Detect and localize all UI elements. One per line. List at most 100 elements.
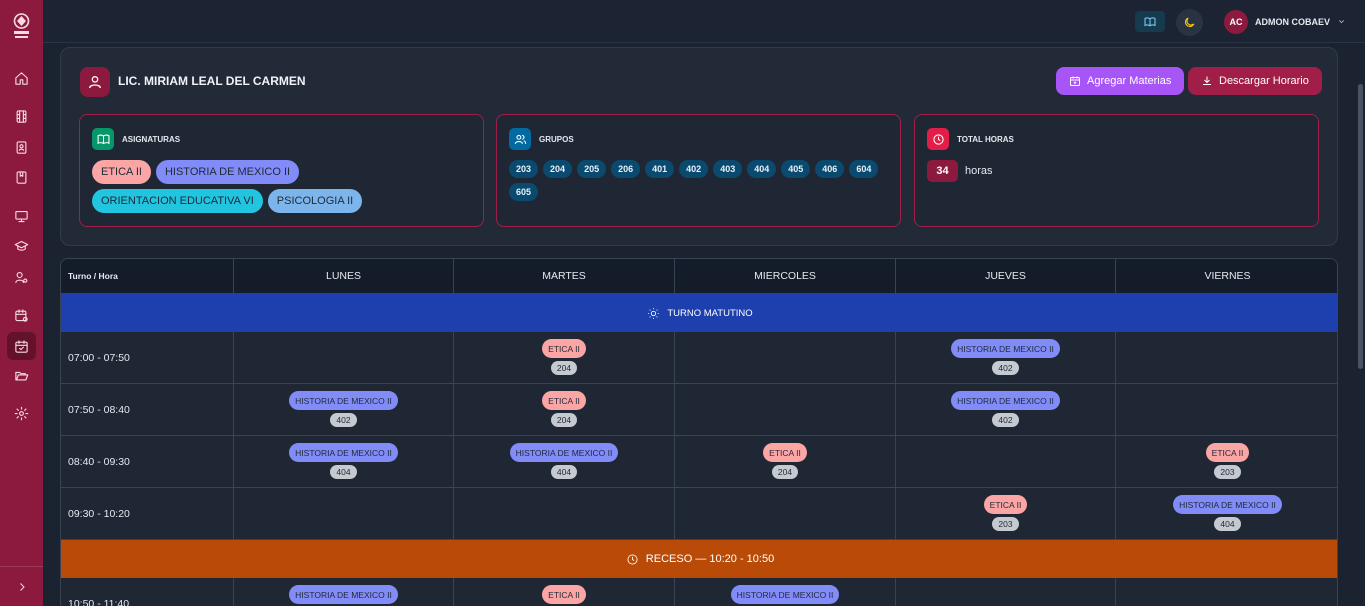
schedule-cell[interactable] [675, 332, 896, 383]
time-slot-label: 10:50 - 11:40 [61, 578, 234, 606]
schedule-table: Turno / Hora LUNES MARTES MIERCOLES JUEV… [60, 258, 1338, 606]
expand-sidebar-chevron-right-icon[interactable] [12, 577, 31, 596]
group-chip: 403 [713, 160, 743, 178]
schedule-cell[interactable] [1116, 384, 1337, 435]
calendar-check-icon[interactable] [7, 332, 36, 360]
download-schedule-button[interactable]: Descargar Horario [1188, 67, 1322, 95]
schedule-cell[interactable]: HISTORIA DE MEXICO II 404 [1116, 488, 1337, 539]
group-badge: 404 [330, 465, 357, 479]
group-badge: 204 [771, 465, 799, 479]
add-subjects-button[interactable]: Agregar Materias [1056, 67, 1185, 95]
group-chip: 204 [543, 160, 573, 178]
notebook-icon[interactable] [12, 168, 31, 187]
user-cog-icon[interactable] [12, 268, 31, 287]
subject-badge: HISTORIA DE MEXICO II [289, 585, 398, 604]
film-icon[interactable] [12, 107, 31, 126]
add-subjects-label: Agregar Materias [1087, 75, 1172, 87]
contact-book-icon[interactable] [12, 138, 31, 157]
group-chip: 605 [509, 183, 539, 201]
class-entry[interactable]: ETICA II 204 [454, 391, 674, 427]
download-icon [1203, 76, 1211, 85]
class-entry[interactable]: HISTORIA DE MEXICO II [675, 585, 895, 604]
class-entry[interactable]: ETICA II 203 [1116, 443, 1337, 479]
class-entry[interactable]: HISTORIA DE MEXICO II 402 [234, 391, 453, 427]
groups-title: GRUPOS [539, 135, 574, 144]
schedule-cell[interactable]: ETICA II 204 [675, 436, 896, 487]
schedule-cell[interactable]: HISTORIA DE MEXICO II 402 [896, 332, 1116, 383]
group-chip: 401 [645, 160, 675, 178]
user-menu[interactable]: AC ADMON COBAEV [1224, 10, 1346, 34]
class-entry[interactable]: HISTORIA DE MEXICO II 404 [1116, 495, 1337, 531]
scrollbar-thumb[interactable] [1358, 84, 1363, 369]
schedule-cell[interactable] [234, 332, 454, 383]
schedule-cell[interactable] [896, 436, 1116, 487]
schedule-cell[interactable] [675, 488, 896, 539]
schedule-cell[interactable]: ETICA II 204 [454, 332, 675, 383]
class-entry[interactable]: ETICA II 204 [675, 443, 895, 479]
schedule-cell[interactable]: ETICA II 204 [454, 384, 675, 435]
class-entry[interactable]: HISTORIA DE MEXICO II 402 [896, 391, 1115, 427]
chevron-down-icon [1337, 13, 1346, 31]
schedule-cell[interactable]: HISTORIA DE MEXICO II 402 [896, 384, 1116, 435]
schedule-cell[interactable] [1116, 578, 1337, 606]
schedule-cell[interactable]: ETICA II 203 [1116, 436, 1337, 487]
clock-icon [927, 128, 949, 150]
total-hours: 34 horas [927, 160, 993, 182]
book-open-button[interactable] [1135, 11, 1165, 32]
schedule-cell[interactable]: ETICA II 203 [896, 488, 1116, 539]
schedule-cell[interactable]: HISTORIA DE MEXICO II 404 [234, 436, 454, 487]
total-hours-unit: horas [965, 165, 993, 177]
presentation-icon[interactable] [12, 207, 31, 226]
class-entry[interactable]: HISTORIA DE MEXICO II 404 [234, 443, 453, 479]
time-slot-row: 08:40 - 09:30 HISTORIA DE MEXICO II 404 HIS… [61, 436, 1337, 488]
group-chip: 402 [679, 160, 709, 178]
schedule-cell[interactable] [675, 384, 896, 435]
class-entry[interactable]: HISTORIA DE MEXICO II [234, 585, 453, 604]
day-header: MARTES [454, 259, 675, 293]
group-chip: 404 [747, 160, 777, 178]
morning-shift-band: TURNO MATUTINO [61, 294, 1337, 332]
sidebar-divider [0, 566, 43, 567]
subject-badge: HISTORIA DE MEXICO II [1173, 495, 1282, 514]
schedule-cell[interactable]: HISTORIA DE MEXICO II [675, 578, 896, 606]
settings-gear-icon[interactable] [12, 404, 31, 423]
class-entry[interactable]: ETICA II 203 [896, 495, 1115, 531]
group-badge: 204 [550, 361, 578, 375]
subject-badge: HISTORIA DE MEXICO II [509, 443, 619, 462]
class-entry[interactable]: HISTORIA DE MEXICO II 402 [896, 339, 1115, 375]
schedule-cell[interactable] [896, 578, 1116, 606]
group-chips: 203 204 205 206 401 402 403 404 405 406 … [509, 160, 889, 201]
theme-toggle-button[interactable] [1176, 9, 1203, 36]
schedule-cell[interactable]: ETICA II [454, 578, 675, 606]
sidebar [0, 0, 43, 606]
schedule-cell[interactable]: HISTORIA DE MEXICO II [234, 578, 454, 606]
group-badge: 204 [550, 413, 578, 427]
time-slot-row: 10:50 - 11:40 HISTORIA DE MEXICO II ETICA … [61, 578, 1337, 606]
subject-badge: ETICA II [542, 391, 586, 410]
time-slot-row: 07:50 - 08:40 HISTORIA DE MEXICO II 402 ETI… [61, 384, 1337, 436]
folder-open-icon[interactable] [12, 366, 31, 385]
schedule-cell[interactable] [234, 488, 454, 539]
graduation-cap-icon[interactable] [12, 237, 31, 256]
schedule-cell[interactable] [454, 488, 675, 539]
subject-badge: ETICA II [763, 443, 807, 462]
subject-badge: HISTORIA DE MEXICO II [289, 443, 398, 462]
scrollbar[interactable] [1355, 44, 1365, 606]
total-hours-title: TOTAL HORAS [957, 135, 1014, 144]
schedule-cell[interactable] [1116, 332, 1337, 383]
home-icon[interactable] [12, 69, 31, 88]
calendar-clock-icon[interactable] [12, 306, 31, 325]
groups-box: GRUPOS 203 204 205 206 401 402 403 404 4… [496, 114, 901, 227]
subject-badge: ETICA II [1205, 443, 1250, 462]
time-slot-label: 08:40 - 09:30 [61, 436, 234, 487]
subjects-title: ASIGNATURAS [122, 135, 181, 144]
class-entry[interactable]: HISTORIA DE MEXICO II 404 [454, 443, 674, 479]
schedule-cell[interactable]: HISTORIA DE MEXICO II 404 [454, 436, 675, 487]
schedule-cell[interactable]: HISTORIA DE MEXICO II 402 [234, 384, 454, 435]
day-header: JUEVES [896, 259, 1116, 293]
subject-chip: ETICA II [92, 160, 151, 184]
class-entry[interactable]: ETICA II 204 [454, 339, 674, 375]
class-entry[interactable]: ETICA II [454, 585, 674, 604]
subject-badge: ETICA II [542, 339, 586, 358]
total-hours-box: TOTAL HORAS 34 horas [914, 114, 1319, 227]
